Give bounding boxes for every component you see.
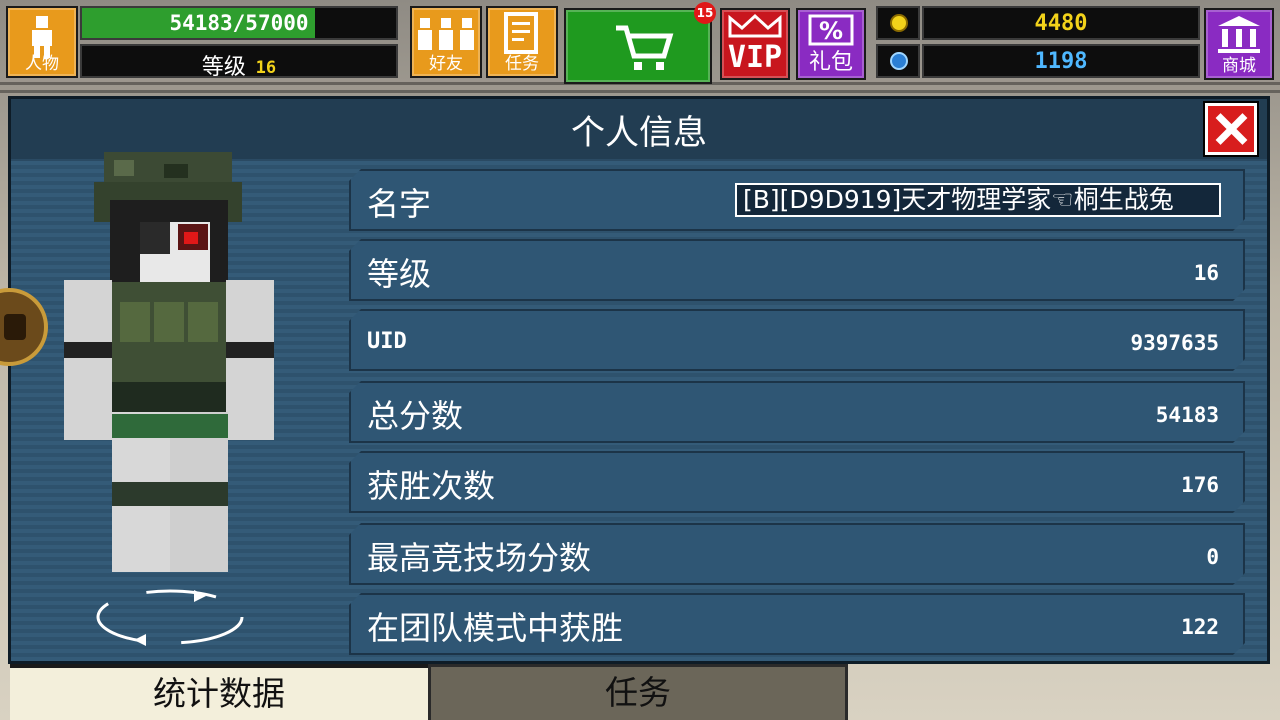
character-model[interactable] (54, 152, 284, 582)
coin-counter: 4480 (922, 6, 1200, 40)
row-label: 总分数 (367, 397, 464, 435)
row-label: 名字 (367, 185, 432, 223)
shop-label: 商城 (1222, 56, 1256, 76)
gift-label: 礼包 (808, 50, 853, 75)
row-value: 16 (1193, 261, 1219, 285)
friends-label: 好友 (429, 54, 463, 74)
tasks-label: 任务 (505, 54, 539, 74)
panel-header: 个人信息 (11, 99, 1267, 159)
coin-value: 4480 (1034, 11, 1088, 36)
xp-bar: 54183/57000 (80, 6, 398, 40)
stat-row-name: 名字 [B][D9D919]天才物理学家☜桐生战兔 (349, 169, 1245, 231)
gem-value: 1198 (1034, 49, 1088, 74)
stat-row-uid: UID 9397635 (349, 309, 1245, 371)
row-value: 54183 (1155, 403, 1219, 427)
rotate-icon[interactable] (94, 586, 246, 648)
row-label: 在团队模式中获胜 (367, 609, 624, 647)
svg-text:%: % (819, 17, 843, 45)
gem-icon-box (876, 44, 920, 78)
level-value: 16 (255, 58, 277, 78)
stat-row-wins: 获胜次数 176 (349, 451, 1245, 513)
xp-text: 54183/57000 (169, 11, 309, 35)
coin-icon-box (876, 6, 920, 40)
tab-tasks[interactable]: 任务 (428, 664, 848, 720)
row-value: 9397635 (1130, 331, 1219, 355)
gem-icon (890, 52, 908, 70)
row-label: 最高竞技场分数 (367, 539, 592, 577)
close-button[interactable] (1205, 103, 1257, 155)
row-value: 176 (1181, 473, 1219, 497)
tab-statistics[interactable]: 统计数据 (10, 664, 428, 720)
character-label: 人物 (25, 54, 59, 74)
shop-button[interactable]: 商城 (1204, 8, 1274, 80)
percent-icon: % (808, 14, 854, 46)
bear-icon (4, 314, 26, 340)
tasks-button[interactable]: 任务 (486, 6, 558, 78)
character-button[interactable]: 人物 (6, 6, 78, 78)
stat-row-arena-score: 最高竞技场分数 0 (349, 523, 1245, 585)
friends-button[interactable]: 好友 (410, 6, 482, 78)
row-label: 等级 (367, 255, 432, 293)
cart-badge: 15 (694, 2, 716, 24)
cart-button[interactable] (564, 8, 712, 84)
level-label: 等级 (201, 55, 246, 80)
name-field[interactable]: [B][D9D919]天才物理学家☜桐生战兔 (735, 183, 1221, 217)
crown-icon (728, 13, 782, 38)
row-value: 122 (1181, 615, 1219, 639)
vip-label: VIP (727, 40, 783, 75)
row-label: 获胜次数 (367, 467, 496, 505)
row-label: UID (367, 329, 407, 354)
stat-row-level: 等级 16 (349, 239, 1245, 301)
vip-button[interactable]: VIP (720, 8, 790, 80)
cart-icon (616, 25, 674, 70)
gift-button[interactable]: % 礼包 (796, 8, 866, 80)
stat-row-team-wins: 在团队模式中获胜 122 (349, 593, 1245, 655)
gem-counter: 1198 (922, 44, 1200, 78)
coin-icon (890, 14, 908, 32)
panel-title: 个人信息 (571, 113, 707, 153)
stat-row-total-score: 总分数 54183 (349, 381, 1245, 443)
row-value: 0 (1206, 545, 1219, 569)
level-box: 等级 16 (80, 44, 398, 80)
